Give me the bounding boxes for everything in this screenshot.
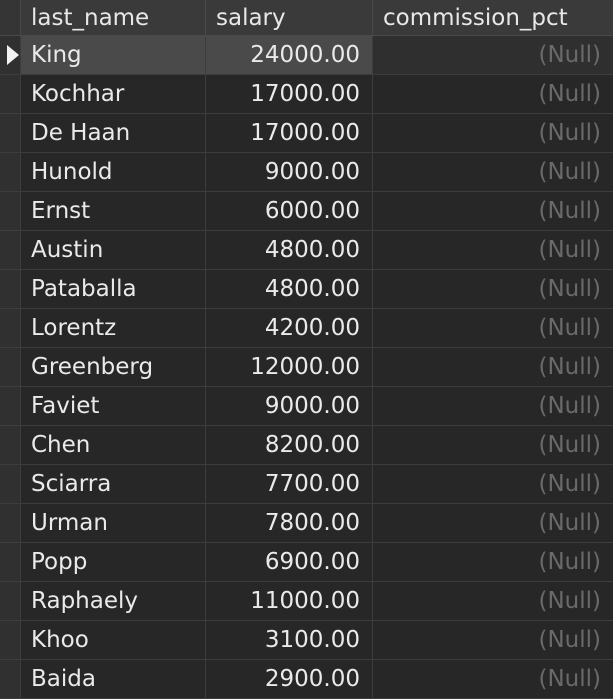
row-pointer-icon <box>7 45 19 65</box>
table-row[interactable]: Chen 8200.00 (Null) <box>0 426 613 465</box>
row-header[interactable] <box>0 309 21 347</box>
table-row[interactable]: Baida 2900.00 (Null) <box>0 660 613 699</box>
cell-commission-pct[interactable]: (Null) <box>373 114 613 152</box>
cell-salary[interactable]: 2900.00 <box>206 660 373 698</box>
cell-salary[interactable]: 17000.00 <box>206 75 373 113</box>
row-header[interactable] <box>0 387 21 425</box>
cell-last-name[interactable]: Greenberg <box>21 348 206 386</box>
row-header[interactable] <box>0 621 21 659</box>
row-header[interactable] <box>0 192 21 230</box>
cell-last-name[interactable]: Baida <box>21 660 206 698</box>
table-row[interactable]: Pataballa 4800.00 (Null) <box>0 270 613 309</box>
cell-last-name[interactable]: Hunold <box>21 153 206 191</box>
table-row[interactable]: Popp 6900.00 (Null) <box>0 543 613 582</box>
result-grid: last_name salary commission_pct King 2400… <box>0 0 613 699</box>
cell-last-name[interactable]: King <box>21 36 206 74</box>
cell-commission-pct[interactable]: (Null) <box>373 36 613 74</box>
table-row[interactable]: Austin 4800.00 (Null) <box>0 231 613 270</box>
table-row[interactable]: Ernst 6000.00 (Null) <box>0 192 613 231</box>
cell-salary[interactable]: 4200.00 <box>206 309 373 347</box>
row-header-corner <box>0 0 21 35</box>
table-row[interactable]: King 24000.00 (Null) <box>0 36 613 75</box>
table-row[interactable]: Kochhar 17000.00 (Null) <box>0 75 613 114</box>
cell-salary[interactable]: 9000.00 <box>206 387 373 425</box>
row-header[interactable] <box>0 153 21 191</box>
cell-commission-pct[interactable]: (Null) <box>373 309 613 347</box>
cell-last-name[interactable]: Popp <box>21 543 206 581</box>
cell-commission-pct[interactable]: (Null) <box>373 348 613 386</box>
cell-last-name[interactable]: Sciarra <box>21 465 206 503</box>
table-row[interactable]: Lorentz 4200.00 (Null) <box>0 309 613 348</box>
cell-salary[interactable]: 17000.00 <box>206 114 373 152</box>
cell-commission-pct[interactable]: (Null) <box>373 465 613 503</box>
header-row: last_name salary commission_pct <box>0 0 613 36</box>
cell-salary[interactable]: 8200.00 <box>206 426 373 464</box>
row-header[interactable] <box>0 660 21 698</box>
cell-last-name[interactable]: Raphaely <box>21 582 206 620</box>
cell-commission-pct[interactable]: (Null) <box>373 231 613 269</box>
cell-last-name[interactable]: Austin <box>21 231 206 269</box>
cell-commission-pct[interactable]: (Null) <box>373 387 613 425</box>
cell-salary[interactable]: 11000.00 <box>206 582 373 620</box>
column-header-salary[interactable]: salary <box>206 0 373 35</box>
cell-salary[interactable]: 6000.00 <box>206 192 373 230</box>
cell-last-name[interactable]: Faviet <box>21 387 206 425</box>
table-row[interactable]: Greenberg 12000.00 (Null) <box>0 348 613 387</box>
row-header[interactable] <box>0 36 21 74</box>
row-header[interactable] <box>0 270 21 308</box>
cell-salary[interactable]: 12000.00 <box>206 348 373 386</box>
column-header-commission-pct[interactable]: commission_pct <box>373 0 613 35</box>
row-header[interactable] <box>0 114 21 152</box>
cell-last-name[interactable]: De Haan <box>21 114 206 152</box>
cell-commission-pct[interactable]: (Null) <box>373 75 613 113</box>
cell-salary[interactable]: 9000.00 <box>206 153 373 191</box>
cell-last-name[interactable]: Pataballa <box>21 270 206 308</box>
cell-commission-pct[interactable]: (Null) <box>373 504 613 542</box>
cell-salary[interactable]: 7800.00 <box>206 504 373 542</box>
cell-salary[interactable]: 24000.00 <box>206 36 373 74</box>
table-row[interactable]: Hunold 9000.00 (Null) <box>0 153 613 192</box>
cell-commission-pct[interactable]: (Null) <box>373 270 613 308</box>
cell-last-name[interactable]: Lorentz <box>21 309 206 347</box>
cell-last-name[interactable]: Kochhar <box>21 75 206 113</box>
cell-salary[interactable]: 4800.00 <box>206 231 373 269</box>
row-header[interactable] <box>0 543 21 581</box>
cell-salary[interactable]: 6900.00 <box>206 543 373 581</box>
cell-salary[interactable]: 3100.00 <box>206 621 373 659</box>
table-row[interactable]: Faviet 9000.00 (Null) <box>0 387 613 426</box>
cell-commission-pct[interactable]: (Null) <box>373 582 613 620</box>
row-header[interactable] <box>0 582 21 620</box>
cell-last-name[interactable]: Khoo <box>21 621 206 659</box>
row-header[interactable] <box>0 465 21 503</box>
table-row[interactable]: De Haan 17000.00 (Null) <box>0 114 613 153</box>
cell-commission-pct[interactable]: (Null) <box>373 426 613 464</box>
grid-body: King 24000.00 (Null) Kochhar 17000.00 (Null) D… <box>0 36 613 699</box>
cell-commission-pct[interactable]: (Null) <box>373 543 613 581</box>
cell-last-name[interactable]: Urman <box>21 504 206 542</box>
column-header-last-name[interactable]: last_name <box>21 0 206 35</box>
cell-commission-pct[interactable]: (Null) <box>373 153 613 191</box>
row-header[interactable] <box>0 231 21 269</box>
table-row[interactable]: Raphaely 11000.00 (Null) <box>0 582 613 621</box>
row-header[interactable] <box>0 504 21 542</box>
cell-last-name[interactable]: Chen <box>21 426 206 464</box>
table-row[interactable]: Sciarra 7700.00 (Null) <box>0 465 613 504</box>
table-row[interactable]: Khoo 3100.00 (Null) <box>0 621 613 660</box>
row-header[interactable] <box>0 426 21 464</box>
cell-commission-pct[interactable]: (Null) <box>373 621 613 659</box>
cell-commission-pct[interactable]: (Null) <box>373 192 613 230</box>
cell-last-name[interactable]: Ernst <box>21 192 206 230</box>
row-header[interactable] <box>0 348 21 386</box>
table-row[interactable]: Urman 7800.00 (Null) <box>0 504 613 543</box>
row-header[interactable] <box>0 75 21 113</box>
cell-commission-pct[interactable]: (Null) <box>373 660 613 698</box>
cell-salary[interactable]: 4800.00 <box>206 270 373 308</box>
cell-salary[interactable]: 7700.00 <box>206 465 373 503</box>
